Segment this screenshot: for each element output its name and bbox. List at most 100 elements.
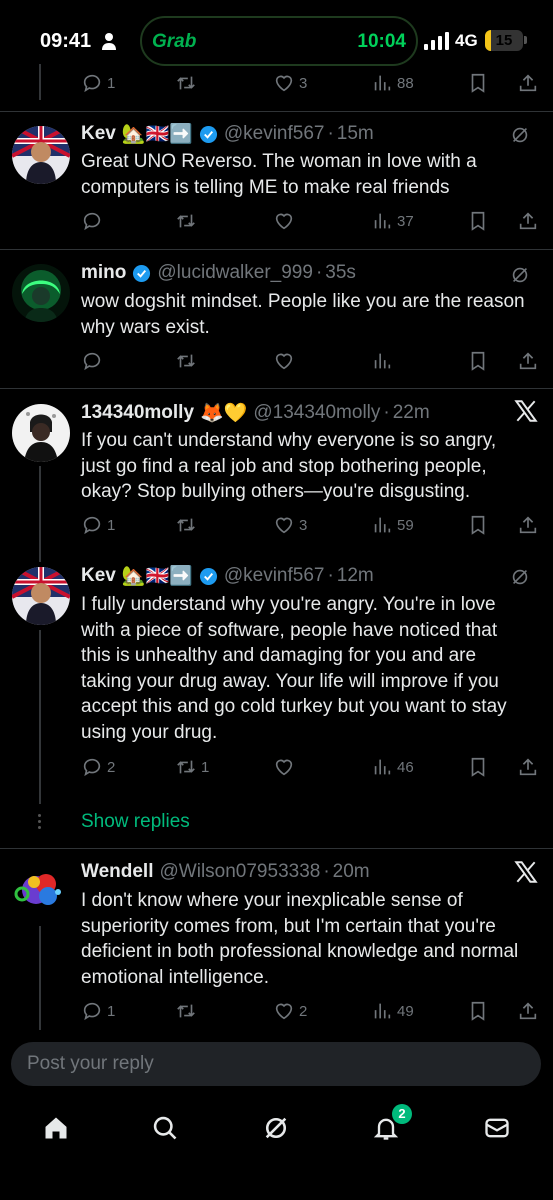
heart-icon [275, 517, 293, 534]
reply-button[interactable] [81, 208, 103, 234]
author-handle[interactable]: @lucidwalker_999 [157, 262, 313, 284]
tweet-time: 12m [336, 565, 374, 586]
bookmark-button[interactable] [467, 208, 489, 234]
bookmark-button[interactable] [467, 348, 489, 374]
view-count: 59 [397, 516, 414, 534]
heart-icon [275, 353, 293, 370]
reply-button[interactable]: 1 [81, 70, 115, 96]
verified-badge-icon [199, 567, 217, 585]
reply-button[interactable]: 1 [81, 512, 115, 538]
name-emoji: 🏡🇬🇧➡️ [121, 566, 193, 587]
bookmark-button[interactable] [467, 70, 489, 96]
retweet-icon [177, 1004, 195, 1018]
retweet-button[interactable] [175, 348, 197, 374]
views-button[interactable]: 59 [371, 512, 414, 538]
person-icon [102, 33, 116, 50]
tweet-text: I don't know where your inexplicable sen… [81, 890, 519, 988]
avatar-image [12, 126, 70, 184]
views-button[interactable]: 37 [371, 208, 414, 234]
reply-button[interactable]: 2 [81, 754, 115, 780]
bookmark-icon [471, 757, 485, 777]
nav-search[interactable] [145, 1108, 185, 1148]
like-button[interactable] [273, 208, 295, 234]
retweet-icon [177, 76, 195, 90]
share-icon [519, 516, 537, 534]
views-icon [374, 353, 391, 369]
views-button[interactable]: 46 [371, 754, 414, 780]
reply-button[interactable]: 1 [81, 998, 115, 1024]
reply-button[interactable] [81, 348, 103, 374]
like-button[interactable]: 3 [273, 70, 307, 96]
battery-cap [524, 36, 527, 44]
reply-input[interactable]: Post your reply [11, 1042, 541, 1086]
tweet-header: 134340molly 🦊💛 @134340molly · 22m [81, 401, 430, 425]
author-handle[interactable]: @Wilson07953338 [160, 861, 321, 883]
nav-grok[interactable] [256, 1108, 296, 1148]
author-handle[interactable]: @134340molly [253, 402, 380, 424]
views-icon [374, 759, 391, 775]
status-time: 09:41 [40, 30, 92, 52]
avatar-134340molly[interactable] [12, 404, 70, 462]
retweet-button[interactable] [175, 512, 197, 538]
author-name[interactable]: Kev [81, 123, 116, 145]
share-button[interactable] [517, 754, 539, 780]
like-button[interactable] [273, 348, 295, 374]
bookmark-button[interactable] [467, 998, 489, 1024]
retweet-count: 1 [201, 758, 210, 776]
reply-count: 1 [107, 1002, 116, 1020]
action-bar: 37 [81, 208, 541, 234]
dynamic-island-grab[interactable]: Grab 10:04 [140, 16, 418, 66]
author-name[interactable]: mino [81, 262, 126, 284]
share-button[interactable] [517, 998, 539, 1024]
retweet-button[interactable] [175, 998, 197, 1024]
avatar-kev[interactable] [12, 126, 70, 184]
reply-icon [83, 212, 101, 231]
home-icon [45, 1117, 67, 1139]
thread-line [39, 630, 41, 804]
action-bar [81, 348, 541, 374]
avatar-wendell[interactable] [12, 862, 70, 920]
nav-messages[interactable] [477, 1108, 517, 1148]
share-button[interactable] [517, 70, 539, 96]
verified-badge-icon [199, 125, 217, 143]
author-name[interactable]: Wendell [81, 861, 154, 883]
like-button[interactable] [273, 754, 295, 780]
reply-icon [83, 352, 101, 371]
grok-icon[interactable] [509, 264, 531, 286]
author-name[interactable]: 134340molly [81, 402, 194, 424]
reply-feed[interactable]: 1 3 88 Kev � [0, 64, 553, 1030]
retweet-button[interactable]: 1 [175, 754, 209, 780]
tweet-time: 15m [336, 123, 374, 144]
show-replies-link[interactable]: Show replies [81, 811, 190, 833]
reply-icon [83, 74, 101, 93]
author-handle[interactable]: @kevinf567 [224, 123, 325, 145]
views-button[interactable]: 49 [371, 998, 414, 1024]
retweet-button[interactable] [175, 70, 197, 96]
x-logo-icon[interactable] [513, 859, 539, 885]
share-button[interactable] [517, 348, 539, 374]
grok-icon[interactable] [509, 124, 531, 146]
retweet-button[interactable] [175, 208, 197, 234]
action-bar: 1 2 49 [81, 998, 541, 1024]
bookmark-button[interactable] [467, 754, 489, 780]
nav-home[interactable] [36, 1108, 76, 1148]
views-button[interactable] [371, 348, 393, 374]
share-button[interactable] [517, 208, 539, 234]
bookmark-button[interactable] [467, 512, 489, 538]
share-button[interactable] [517, 512, 539, 538]
avatar-image [12, 862, 70, 920]
author-handle[interactable]: @kevinf567 [224, 565, 325, 587]
grok-icon [265, 1117, 287, 1139]
like-button[interactable]: 2 [273, 998, 307, 1024]
tweet-text: If you can't understand why everyone is … [81, 430, 497, 502]
retweet-icon [177, 354, 195, 368]
views-button[interactable]: 88 [371, 70, 414, 96]
divider [0, 848, 553, 849]
author-name[interactable]: Kev [81, 565, 116, 587]
like-button[interactable]: 3 [273, 512, 307, 538]
avatar-kev[interactable] [12, 567, 70, 625]
grok-icon[interactable] [509, 566, 531, 588]
x-logo-icon[interactable] [513, 398, 539, 424]
avatar-mino[interactable] [12, 264, 70, 322]
notifications-badge: 2 [392, 1104, 412, 1124]
